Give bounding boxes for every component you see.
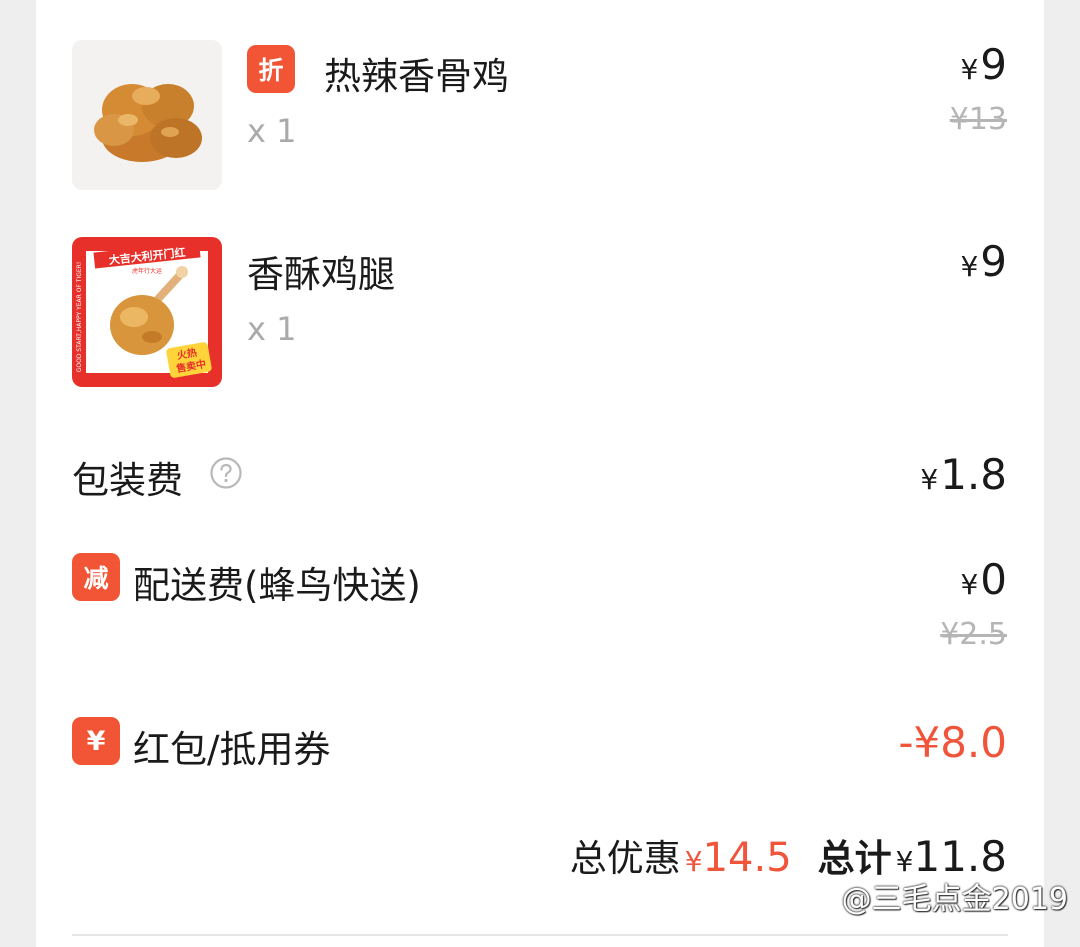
- currency-symbol: ¥: [960, 53, 979, 86]
- item-price-value: 9: [980, 237, 1007, 286]
- item-quantity: x 1: [247, 310, 297, 348]
- currency-symbol: ¥: [920, 463, 939, 496]
- promo-border-text: GOOD START,HAPPY YEAR OF TIGER!: [76, 262, 83, 373]
- drumstick-promo-icon: 大吉大利开门红 虎年行大运 GOOD START,HAPPY YEAR OF T…: [76, 241, 212, 378]
- total-discount-amount: 14.5: [702, 835, 792, 881]
- fried-chicken-pieces-icon: [94, 84, 202, 162]
- currency-symbol: ¥: [960, 568, 979, 601]
- delivery-reduction-badge: 减: [72, 553, 120, 601]
- delivery-fee-amount: ¥0: [960, 555, 1007, 604]
- packaging-fee-amount: ¥1.8: [920, 450, 1007, 499]
- promo-subtitle: 虎年行大运: [132, 267, 162, 275]
- currency-symbol: ¥: [960, 250, 979, 283]
- delivery-fee-label: 配送费(蜂鸟快送): [133, 564, 421, 607]
- coupon-badge: ¥: [72, 717, 120, 765]
- packaging-fee-value: 1.8: [940, 450, 1007, 499]
- total-discount-label: 总优惠: [569, 837, 681, 880]
- item-price: ¥9: [960, 237, 1007, 286]
- item-quantity: x 1: [247, 112, 297, 150]
- item-name: 香酥鸡腿: [247, 253, 395, 296]
- divider: [72, 934, 1008, 936]
- item-original-price: ¥13: [949, 102, 1007, 137]
- item-price-value: 9: [980, 40, 1007, 89]
- coupon-label[interactable]: 红包/抵用券: [133, 719, 330, 773]
- delivery-original-fee: ¥2.5: [940, 617, 1007, 652]
- delivery-fee-value: 0: [980, 555, 1007, 604]
- watermark: @三毛点金2019: [841, 882, 1068, 917]
- packaging-fee-label: 包装费: [72, 459, 183, 502]
- question-circle-icon[interactable]: [209, 456, 243, 490]
- item-name: 热辣香骨鸡: [324, 55, 509, 98]
- item-image-spicy-chicken[interactable]: [72, 40, 222, 190]
- coupon-amount[interactable]: -¥8.0: [898, 718, 1007, 767]
- currency-symbol: ¥: [684, 845, 703, 878]
- item-price: ¥9: [960, 40, 1007, 89]
- discount-badge: 折: [247, 45, 295, 93]
- item-image-crispy-drumstick[interactable]: 大吉大利开门红 虎年行大运 GOOD START,HAPPY YEAR OF T…: [72, 237, 222, 387]
